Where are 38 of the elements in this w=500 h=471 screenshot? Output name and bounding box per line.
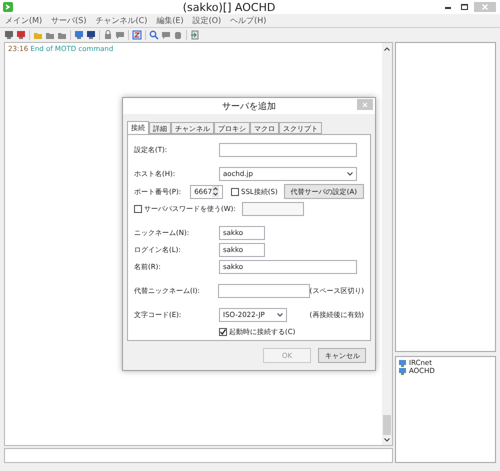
check-icon (220, 329, 226, 335)
speech-bubble-icon[interactable] (115, 30, 125, 40)
menu-item[interactable]: チャンネル(C) (95, 15, 148, 26)
dialog-title: サーバを追加 (221, 100, 277, 112)
magnifier-icon[interactable] (149, 30, 159, 40)
scroll-thumb[interactable] (383, 415, 391, 435)
spinner-arrows-icon (212, 186, 220, 197)
exit-icon[interactable] (190, 30, 200, 40)
dropdown-caret-icon (347, 172, 353, 176)
close-icon[interactable] (474, 2, 496, 12)
window-title: (sakko)[] AOCHD (182, 0, 276, 14)
password-field[interactable] (242, 202, 304, 216)
checkbox[interactable] (134, 205, 142, 213)
minimize-icon[interactable] (445, 6, 451, 8)
scroll-up-icon[interactable] (384, 47, 390, 51)
text-field[interactable] (219, 143, 357, 157)
lock-icon[interactable] (103, 30, 113, 40)
maximize-icon[interactable] (461, 4, 468, 10)
monitor-icon[interactable] (4, 30, 14, 40)
scrollbar[interactable] (382, 43, 392, 445)
text-field[interactable] (218, 284, 310, 298)
close-icon (362, 102, 368, 108)
monitor-icon[interactable] (86, 30, 96, 40)
scroll-down-icon[interactable] (384, 438, 390, 442)
checkbox[interactable] (219, 328, 227, 336)
close-button[interactable] (357, 99, 373, 110)
monitor-icon[interactable] (74, 30, 84, 40)
menu-item[interactable]: 設定(O) (192, 15, 222, 26)
menu-item[interactable]: メイン(M) (5, 15, 42, 26)
menu-item[interactable]: ヘルプ(H) (230, 15, 266, 26)
message-input[interactable] (4, 448, 393, 463)
speech-bubble-icon[interactable] (161, 30, 171, 40)
cylinder-icon[interactable] (173, 30, 183, 40)
dropdown-caret-icon (277, 313, 283, 317)
checkbox[interactable] (231, 188, 240, 196)
menu-item[interactable]: 編集(E) (156, 15, 184, 26)
monitor-icon[interactable] (16, 30, 26, 40)
menu-item[interactable]: サーバ(S) (51, 15, 86, 26)
